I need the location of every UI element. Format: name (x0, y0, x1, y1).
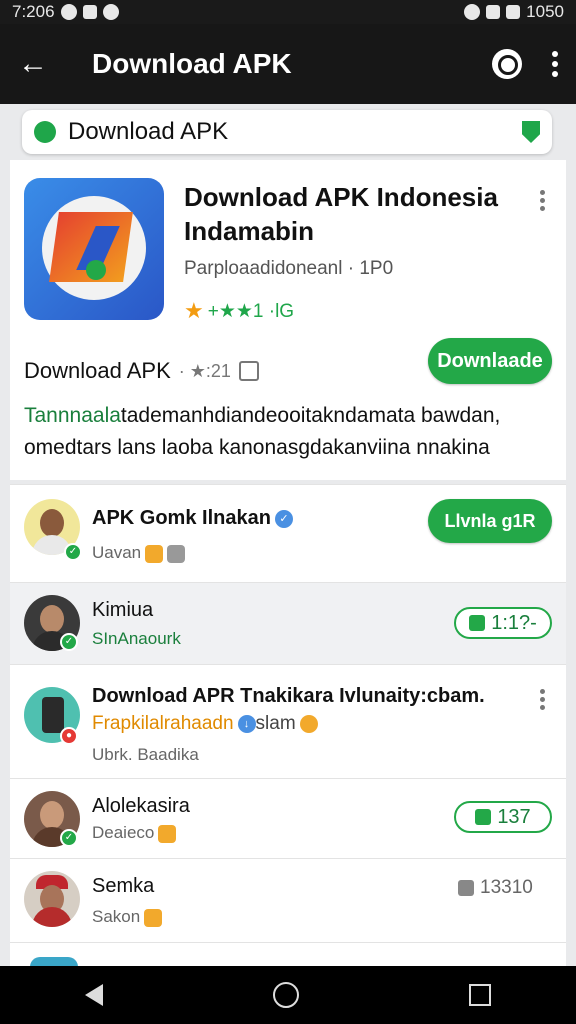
like-count: 1:1?- (491, 611, 537, 634)
list-item-title: APK Gomk Ilnakan ✓ (92, 507, 293, 530)
message-icon (167, 544, 186, 563)
search-card-label: Download APK (68, 118, 229, 145)
list-item-subtitle: Uavan (92, 543, 186, 563)
status-time: 7:206 (12, 2, 55, 21)
app-publisher: Parpl​oaadidoneanl · 1P0 (184, 258, 394, 279)
sync-icon (102, 4, 119, 20)
list-item-subtitle: Deaieco (92, 823, 177, 843)
verified-icon: ✓ (274, 509, 293, 528)
verified-check-icon: ✓ (60, 829, 78, 847)
flag-icon[interactable] (238, 361, 259, 381)
app-rating: ★ +★★1 ·lG (184, 298, 294, 324)
like-count-button[interactable]: 137 (454, 801, 552, 833)
star-icon: ★ (184, 298, 204, 323)
list-item-meta: Ubrk. Baadika (92, 745, 199, 764)
notification-icon (60, 4, 77, 20)
back-arrow-icon[interactable]: ← (18, 47, 62, 81)
sub-meta: · ★:21 (178, 360, 231, 381)
app-detail-card: Download APK Indonesia Indamabin Parpl​o… (10, 160, 566, 480)
app-description: Tannnaalatademanhdiandeooitakndamata baw… (24, 400, 554, 464)
nav-home-icon[interactable] (273, 982, 299, 1008)
alert-badge-icon: ● (60, 727, 78, 745)
app-bar-actions (492, 49, 558, 79)
verified-check-icon: ✓ (64, 543, 82, 561)
list-item-subtitle: Sakon (92, 907, 163, 927)
card-more-icon[interactable] (540, 190, 545, 211)
like-count-button[interactable]: 1:1?- (454, 607, 552, 639)
download-button[interactable]: Downlaade (428, 338, 552, 384)
list-item-partial[interactable] (10, 942, 566, 966)
battery-icon (506, 5, 521, 19)
like-count: 13310 (458, 877, 533, 899)
content: Download APK Download APK Indonesia Inda… (0, 104, 576, 966)
status-bar: 7:206 1050 (0, 0, 576, 24)
apk-badge-icon (34, 121, 56, 143)
list-item[interactable]: ● Download APR Tnakikara Ivlunaity:cbam.… (10, 664, 566, 778)
wifi-icon (486, 5, 501, 19)
list-item[interactable]: ✓ Alolekasira Deaieco 137 (10, 778, 566, 858)
nav-recents-icon[interactable] (469, 984, 491, 1006)
trending-icon (144, 908, 163, 927)
avatar (30, 957, 78, 966)
list-item[interactable]: Semka Sakon 13310 (10, 858, 566, 942)
description-accent: Tannnaala (24, 404, 121, 427)
verified-check-icon: ✓ (60, 633, 78, 651)
list-item[interactable]: ✓ APK Gomk Ilnakan ✓ Uavan Llvnla g1R (10, 484, 566, 582)
alarm-icon (464, 4, 481, 20)
thumbs-up-icon (158, 824, 177, 843)
page-title: Download APK (92, 48, 292, 79)
thumbs-up-icon (145, 544, 164, 563)
list-item-title: Download APR Tnakikara Ivlunaity:cbam. (92, 685, 485, 707)
more-options-icon[interactable] (540, 689, 545, 710)
more-options-icon[interactable] (552, 51, 558, 77)
thumbs-up-icon (469, 615, 486, 631)
battery-value: 1050 (526, 2, 564, 21)
thumbs-up-icon (475, 809, 492, 825)
like-count: 137 (497, 805, 531, 828)
thumbs-up-icon (458, 880, 474, 896)
app-bar: ← Download APK (0, 24, 576, 104)
list-item-subtitle: SInAnaourk (92, 629, 181, 648)
shield-icon (522, 121, 540, 143)
list-item-subtitle: Frapkilalrahaadn ↓ slam (92, 713, 318, 735)
avatar (24, 871, 80, 927)
app-name: Download APK Indonesia Indamabin (184, 182, 498, 246)
sub-row: Download APK · ★:21 (24, 358, 259, 384)
search-card[interactable]: Download APK (22, 110, 552, 154)
app-logo-icon (24, 178, 164, 320)
sub-title: Download APK (24, 358, 171, 383)
status-right: 1050 (464, 2, 564, 22)
search-icon[interactable] (492, 49, 522, 79)
status-left: 7:206 (12, 2, 119, 22)
system-nav-bar (0, 966, 576, 1024)
gallery-icon (82, 5, 97, 19)
nav-back-icon[interactable] (85, 984, 103, 1006)
list-item[interactable]: ✓ Kimiua SInAnaourk 1:1?- (10, 582, 566, 664)
rating-text: +★★1 ·lG (207, 300, 295, 322)
list-item-title: Alolekasira (92, 795, 190, 817)
verified-icon: ↓ (237, 714, 256, 733)
list-item-title: Semka (92, 875, 155, 897)
list-item-title: Kimiua (92, 599, 154, 621)
download-button[interactable]: Llvnla g1R (428, 499, 552, 543)
coin-icon (299, 714, 318, 733)
